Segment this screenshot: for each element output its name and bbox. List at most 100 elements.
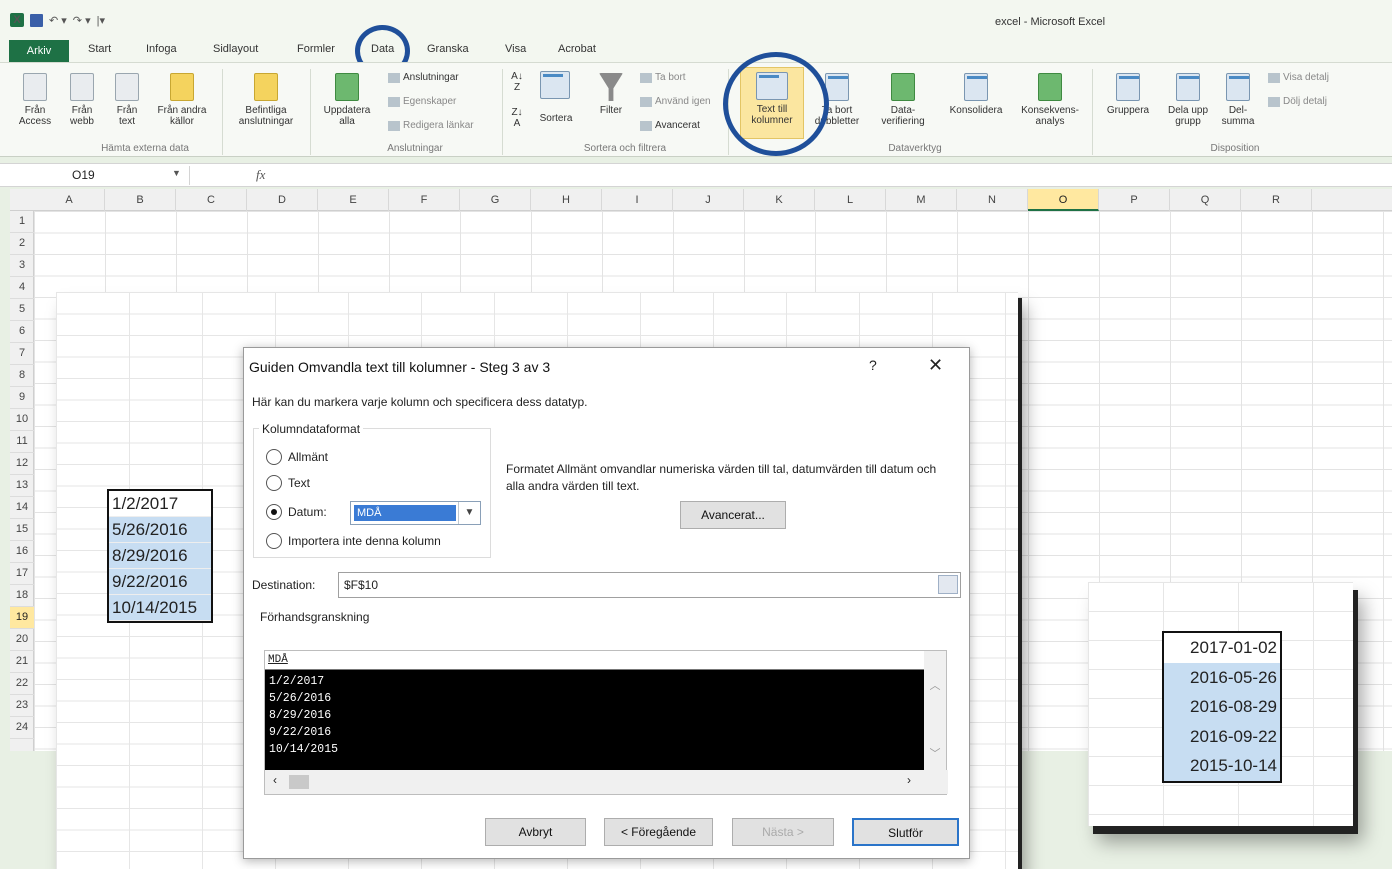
column-header[interactable]: D <box>247 189 318 211</box>
column-header[interactable]: P <box>1099 189 1170 211</box>
tab-start[interactable]: Start <box>88 43 111 55</box>
tab-insert[interactable]: Infoga <box>146 43 177 55</box>
row-header[interactable]: 24 <box>10 717 34 739</box>
result-date-cell[interactable]: 2016-05-26 <box>1164 662 1280 692</box>
from-text-button[interactable]: Från text <box>107 73 147 127</box>
edit-links-button[interactable]: Redigera länkar <box>388 120 474 131</box>
row-header[interactable]: 15 <box>10 519 34 541</box>
filter-button[interactable]: Filter <box>592 73 630 116</box>
result-date-cell[interactable]: 2016-08-29 <box>1164 692 1280 722</box>
row-header[interactable]: 6 <box>10 321 34 343</box>
formula-input[interactable] <box>280 166 1380 185</box>
clear-filter-button[interactable]: Ta bort <box>640 72 686 83</box>
finish-button[interactable]: Slutför <box>852 818 959 846</box>
column-header[interactable]: N <box>957 189 1028 211</box>
from-access-button[interactable]: Från Access <box>14 73 56 127</box>
result-date-cell[interactable]: 2015-10-14 <box>1164 751 1280 781</box>
connections-button[interactable]: Anslutningar <box>388 72 459 83</box>
row-header[interactable]: 20 <box>10 629 34 651</box>
radio-text[interactable]: Text <box>266 475 310 491</box>
row-header[interactable]: 22 <box>10 673 34 695</box>
column-header[interactable]: A <box>34 189 105 211</box>
consolidate-button[interactable]: Konsolidera <box>940 73 1012 116</box>
date-cell[interactable]: 1/2/2017 <box>109 491 211 517</box>
scroll-thumb[interactable] <box>289 775 309 789</box>
hide-detail-button[interactable]: Dölj detalj <box>1268 96 1327 107</box>
date-cell[interactable]: 9/22/2016 <box>109 569 211 595</box>
column-header[interactable]: O <box>1028 189 1099 211</box>
advanced-filter-button[interactable]: Avancerat <box>640 120 700 131</box>
cancel-button[interactable]: Avbryt <box>485 818 586 846</box>
column-header[interactable]: J <box>673 189 744 211</box>
row-header[interactable]: 18 <box>10 585 34 607</box>
show-detail-button[interactable]: Visa detalj <box>1268 72 1329 83</box>
date-format-select[interactable]: MDÅ ▼ <box>350 501 481 525</box>
sort-dialog-icon[interactable] <box>538 71 572 103</box>
row-header[interactable]: 7 <box>10 343 34 365</box>
chevron-down-icon[interactable]: ▼ <box>458 502 480 524</box>
fx-icon[interactable]: fx <box>256 167 265 183</box>
preview-vertical-scrollbar[interactable]: ︿ ﹀ <box>924 651 946 771</box>
name-box-dropdown-icon[interactable]: ▼ <box>172 168 181 178</box>
row-header[interactable]: 4 <box>10 277 34 299</box>
row-header[interactable]: 16 <box>10 541 34 563</box>
scroll-down-icon[interactable]: ﹀ <box>924 745 946 761</box>
result-date-cell[interactable]: 2016-09-22 <box>1164 721 1280 751</box>
save-icon[interactable] <box>30 13 43 27</box>
tab-page-layout[interactable]: Sidlayout <box>213 43 258 55</box>
row-header[interactable]: 17 <box>10 563 34 585</box>
sort-az-button[interactable]: A↓ Z <box>508 71 526 93</box>
ungroup-button[interactable]: Dela upp grupp <box>1160 73 1216 127</box>
row-header[interactable]: 23 <box>10 695 34 717</box>
row-header[interactable]: 11 <box>10 431 34 453</box>
row-header[interactable]: 8 <box>10 365 34 387</box>
sort-za-button[interactable]: Z↓ A <box>508 107 526 129</box>
radio-general[interactable]: Allmänt <box>266 449 328 465</box>
column-header[interactable]: K <box>744 189 815 211</box>
row-header[interactable]: 10 <box>10 409 34 431</box>
data-validation-button[interactable]: Data- verifiering <box>870 73 936 127</box>
tab-review[interactable]: Granska <box>427 43 469 55</box>
scroll-right-icon[interactable]: › <box>907 773 911 787</box>
advanced-button[interactable]: Avancerat... <box>680 501 786 529</box>
radio-skip-column[interactable]: Importera inte denna kolumn <box>266 533 441 549</box>
back-button[interactable]: < Föregående <box>604 818 713 846</box>
preview-column-header[interactable]: MDÅ <box>265 651 925 670</box>
column-header[interactable]: G <box>460 189 531 211</box>
from-other-sources-button[interactable]: Från andra källor <box>150 73 214 127</box>
undo-icon[interactable]: ↶ ▾ <box>49 14 67 27</box>
reapply-button[interactable]: Använd igen <box>640 96 711 107</box>
group-button[interactable]: Gruppera <box>1098 73 1158 116</box>
date-cell[interactable]: 5/26/2016 <box>109 517 211 543</box>
name-box[interactable]: O19 <box>10 166 190 185</box>
column-header[interactable]: R <box>1241 189 1312 211</box>
what-if-analysis-button[interactable]: Konsekvens- analys <box>1014 73 1086 127</box>
column-header[interactable]: C <box>176 189 247 211</box>
tab-formulas[interactable]: Formler <box>297 43 335 55</box>
existing-connections-button[interactable]: Befintliga anslutningar <box>228 73 304 127</box>
column-header[interactable]: E <box>318 189 389 211</box>
row-header[interactable]: 2 <box>10 233 34 255</box>
row-header[interactable]: 1 <box>10 211 34 233</box>
column-header[interactable]: L <box>815 189 886 211</box>
date-cell[interactable]: 10/14/2015 <box>109 595 211 621</box>
close-icon[interactable]: ✕ <box>928 355 943 376</box>
scroll-left-icon[interactable]: ‹ <box>273 773 277 787</box>
row-header[interactable]: 12 <box>10 453 34 475</box>
customize-qat-icon[interactable]: |▾ <box>97 14 105 27</box>
column-header[interactable]: H <box>531 189 602 211</box>
result-date-cell[interactable]: 2017-01-02 <box>1164 633 1280 663</box>
row-header[interactable]: 13 <box>10 475 34 497</box>
radio-date[interactable]: Datum: <box>266 504 327 520</box>
refresh-all-button[interactable]: Uppdatera alla <box>314 73 380 127</box>
row-header[interactable]: 3 <box>10 255 34 277</box>
column-header[interactable]: M <box>886 189 957 211</box>
row-header[interactable]: 5 <box>10 299 34 321</box>
tab-file[interactable]: Arkiv <box>9 40 69 62</box>
column-header[interactable]: B <box>105 189 176 211</box>
destination-input[interactable]: $F$10 <box>338 572 961 598</box>
tab-view[interactable]: Visa <box>505 43 526 55</box>
date-cell[interactable]: 8/29/2016 <box>109 543 211 569</box>
tab-acrobat[interactable]: Acrobat <box>558 43 596 55</box>
row-header[interactable]: 14 <box>10 497 34 519</box>
